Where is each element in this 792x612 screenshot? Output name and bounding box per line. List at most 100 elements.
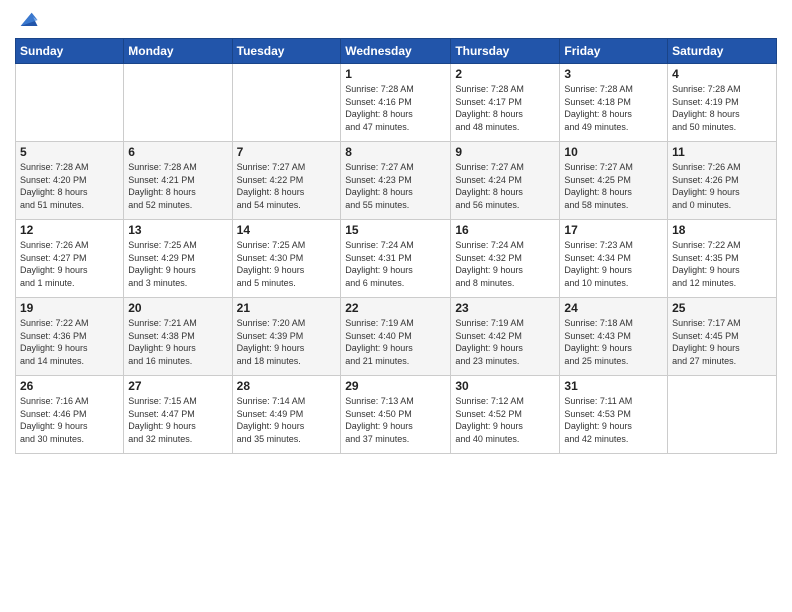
calendar-cell: 20 Sunrise: 7:21 AM Sunset: 4:38 PM Dayli…: [124, 298, 232, 376]
day-info: Sunrise: 7:27 AM Sunset: 4:25 PM Dayligh…: [564, 161, 663, 211]
page: SundayMondayTuesdayWednesdayThursdayFrid…: [0, 0, 792, 612]
calendar-cell: 5 Sunrise: 7:28 AM Sunset: 4:20 PM Daylig…: [16, 142, 124, 220]
day-number: 20: [128, 301, 227, 315]
day-info: Sunrise: 7:15 AM Sunset: 4:47 PM Dayligh…: [128, 395, 227, 445]
day-info: Sunrise: 7:11 AM Sunset: 4:53 PM Dayligh…: [564, 395, 663, 445]
calendar-cell: 16 Sunrise: 7:24 AM Sunset: 4:32 PM Dayli…: [451, 220, 560, 298]
day-info: Sunrise: 7:27 AM Sunset: 4:24 PM Dayligh…: [455, 161, 555, 211]
day-info: Sunrise: 7:16 AM Sunset: 4:46 PM Dayligh…: [20, 395, 119, 445]
weekday-header-tuesday: Tuesday: [232, 39, 341, 64]
calendar-cell: 1 Sunrise: 7:28 AM Sunset: 4:16 PM Daylig…: [341, 64, 451, 142]
day-number: 25: [672, 301, 772, 315]
day-number: 6: [128, 145, 227, 159]
day-info: Sunrise: 7:28 AM Sunset: 4:21 PM Dayligh…: [128, 161, 227, 211]
day-number: 30: [455, 379, 555, 393]
calendar-cell: 9 Sunrise: 7:27 AM Sunset: 4:24 PM Daylig…: [451, 142, 560, 220]
calendar-cell: 17 Sunrise: 7:23 AM Sunset: 4:34 PM Dayli…: [560, 220, 668, 298]
day-info: Sunrise: 7:24 AM Sunset: 4:31 PM Dayligh…: [345, 239, 446, 289]
day-number: 11: [672, 145, 772, 159]
day-info: Sunrise: 7:24 AM Sunset: 4:32 PM Dayligh…: [455, 239, 555, 289]
weekday-header-sunday: Sunday: [16, 39, 124, 64]
day-number: 8: [345, 145, 446, 159]
calendar-header-row: SundayMondayTuesdayWednesdayThursdayFrid…: [16, 39, 777, 64]
day-info: Sunrise: 7:28 AM Sunset: 4:16 PM Dayligh…: [345, 83, 446, 133]
day-info: Sunrise: 7:28 AM Sunset: 4:19 PM Dayligh…: [672, 83, 772, 133]
day-number: 16: [455, 223, 555, 237]
calendar-cell: 26 Sunrise: 7:16 AM Sunset: 4:46 PM Dayli…: [16, 376, 124, 454]
calendar-cell: 12 Sunrise: 7:26 AM Sunset: 4:27 PM Dayli…: [16, 220, 124, 298]
day-number: 12: [20, 223, 119, 237]
weekday-header-saturday: Saturday: [668, 39, 777, 64]
day-number: 27: [128, 379, 227, 393]
calendar-week-row: 26 Sunrise: 7:16 AM Sunset: 4:46 PM Dayli…: [16, 376, 777, 454]
logo-icon: [17, 8, 39, 30]
day-number: 31: [564, 379, 663, 393]
calendar-week-row: 12 Sunrise: 7:26 AM Sunset: 4:27 PM Dayli…: [16, 220, 777, 298]
calendar-cell: 7 Sunrise: 7:27 AM Sunset: 4:22 PM Daylig…: [232, 142, 341, 220]
calendar-cell: 21Sunrise: 7:20 AM Sunset: 4:39 PM Dayli…: [232, 298, 341, 376]
day-number: 1: [345, 67, 446, 81]
calendar-cell: [232, 64, 341, 142]
day-number: 26: [20, 379, 119, 393]
day-info: Sunrise: 7:28 AM Sunset: 4:17 PM Dayligh…: [455, 83, 555, 133]
day-number: 2: [455, 67, 555, 81]
day-info: Sunrise: 7:22 AM Sunset: 4:35 PM Dayligh…: [672, 239, 772, 289]
weekday-header-thursday: Thursday: [451, 39, 560, 64]
calendar-week-row: 1 Sunrise: 7:28 AM Sunset: 4:16 PM Daylig…: [16, 64, 777, 142]
calendar-week-row: 5 Sunrise: 7:28 AM Sunset: 4:20 PM Daylig…: [16, 142, 777, 220]
day-info: Sunrise: 7:25 AM Sunset: 4:30 PM Dayligh…: [237, 239, 337, 289]
day-info: Sunrise: 7:23 AM Sunset: 4:34 PM Dayligh…: [564, 239, 663, 289]
calendar-cell: 27 Sunrise: 7:15 AM Sunset: 4:47 PM Dayli…: [124, 376, 232, 454]
calendar-cell: 11 Sunrise: 7:26 AM Sunset: 4:26 PM Dayli…: [668, 142, 777, 220]
weekday-header-wednesday: Wednesday: [341, 39, 451, 64]
day-info: Sunrise: 7:21 AM Sunset: 4:38 PM Dayligh…: [128, 317, 227, 367]
calendar-cell: 31 Sunrise: 7:11 AM Sunset: 4:53 PM Dayli…: [560, 376, 668, 454]
day-info: Sunrise: 7:19 AM Sunset: 4:40 PM Dayligh…: [345, 317, 446, 367]
day-number: 3: [564, 67, 663, 81]
day-info: Sunrise: 7:13 AM Sunset: 4:50 PM Dayligh…: [345, 395, 446, 445]
day-number: 22: [345, 301, 446, 315]
day-number: 23: [455, 301, 555, 315]
day-number: 21: [237, 301, 337, 315]
calendar-cell: 18 Sunrise: 7:22 AM Sunset: 4:35 PM Dayli…: [668, 220, 777, 298]
day-number: 9: [455, 145, 555, 159]
calendar-cell: 2 Sunrise: 7:28 AM Sunset: 4:17 PM Daylig…: [451, 64, 560, 142]
calendar-cell: 22 Sunrise: 7:19 AM Sunset: 4:40 PM Dayli…: [341, 298, 451, 376]
day-info: Sunrise: 7:25 AM Sunset: 4:29 PM Dayligh…: [128, 239, 227, 289]
day-number: 29: [345, 379, 446, 393]
day-number: 24: [564, 301, 663, 315]
day-number: 14: [237, 223, 337, 237]
day-number: 28: [237, 379, 337, 393]
day-number: 13: [128, 223, 227, 237]
day-number: 17: [564, 223, 663, 237]
calendar-cell: [16, 64, 124, 142]
day-number: 19: [20, 301, 119, 315]
calendar-cell: 29 Sunrise: 7:13 AM Sunset: 4:50 PM Dayli…: [341, 376, 451, 454]
logo: [15, 10, 39, 30]
day-number: 18: [672, 223, 772, 237]
day-info: Sunrise: 7:26 AM Sunset: 4:26 PM Dayligh…: [672, 161, 772, 211]
day-number: 7: [237, 145, 337, 159]
header: [15, 10, 777, 30]
day-number: 10: [564, 145, 663, 159]
day-info: Sunrise: 7:28 AM Sunset: 4:18 PM Dayligh…: [564, 83, 663, 133]
calendar-cell: 14 Sunrise: 7:25 AM Sunset: 4:30 PM Dayli…: [232, 220, 341, 298]
calendar-week-row: 19Sunrise: 7:22 AM Sunset: 4:36 PM Dayli…: [16, 298, 777, 376]
calendar-cell: 15 Sunrise: 7:24 AM Sunset: 4:31 PM Dayli…: [341, 220, 451, 298]
day-info: Sunrise: 7:19 AM Sunset: 4:42 PM Dayligh…: [455, 317, 555, 367]
day-number: 15: [345, 223, 446, 237]
calendar-cell: 6 Sunrise: 7:28 AM Sunset: 4:21 PM Daylig…: [124, 142, 232, 220]
day-number: 5: [20, 145, 119, 159]
calendar-table: SundayMondayTuesdayWednesdayThursdayFrid…: [15, 38, 777, 454]
day-info: Sunrise: 7:27 AM Sunset: 4:23 PM Dayligh…: [345, 161, 446, 211]
day-info: Sunrise: 7:27 AM Sunset: 4:22 PM Dayligh…: [237, 161, 337, 211]
day-info: Sunrise: 7:28 AM Sunset: 4:20 PM Dayligh…: [20, 161, 119, 211]
calendar-cell: 19Sunrise: 7:22 AM Sunset: 4:36 PM Dayli…: [16, 298, 124, 376]
day-number: 4: [672, 67, 772, 81]
day-info: Sunrise: 7:14 AM Sunset: 4:49 PM Dayligh…: [237, 395, 337, 445]
weekday-header-friday: Friday: [560, 39, 668, 64]
calendar-cell: 24Sunrise: 7:18 AM Sunset: 4:43 PM Dayli…: [560, 298, 668, 376]
calendar-cell: 30Sunrise: 7:12 AM Sunset: 4:52 PM Dayli…: [451, 376, 560, 454]
calendar-cell: 4 Sunrise: 7:28 AM Sunset: 4:19 PM Daylig…: [668, 64, 777, 142]
day-info: Sunrise: 7:26 AM Sunset: 4:27 PM Dayligh…: [20, 239, 119, 289]
